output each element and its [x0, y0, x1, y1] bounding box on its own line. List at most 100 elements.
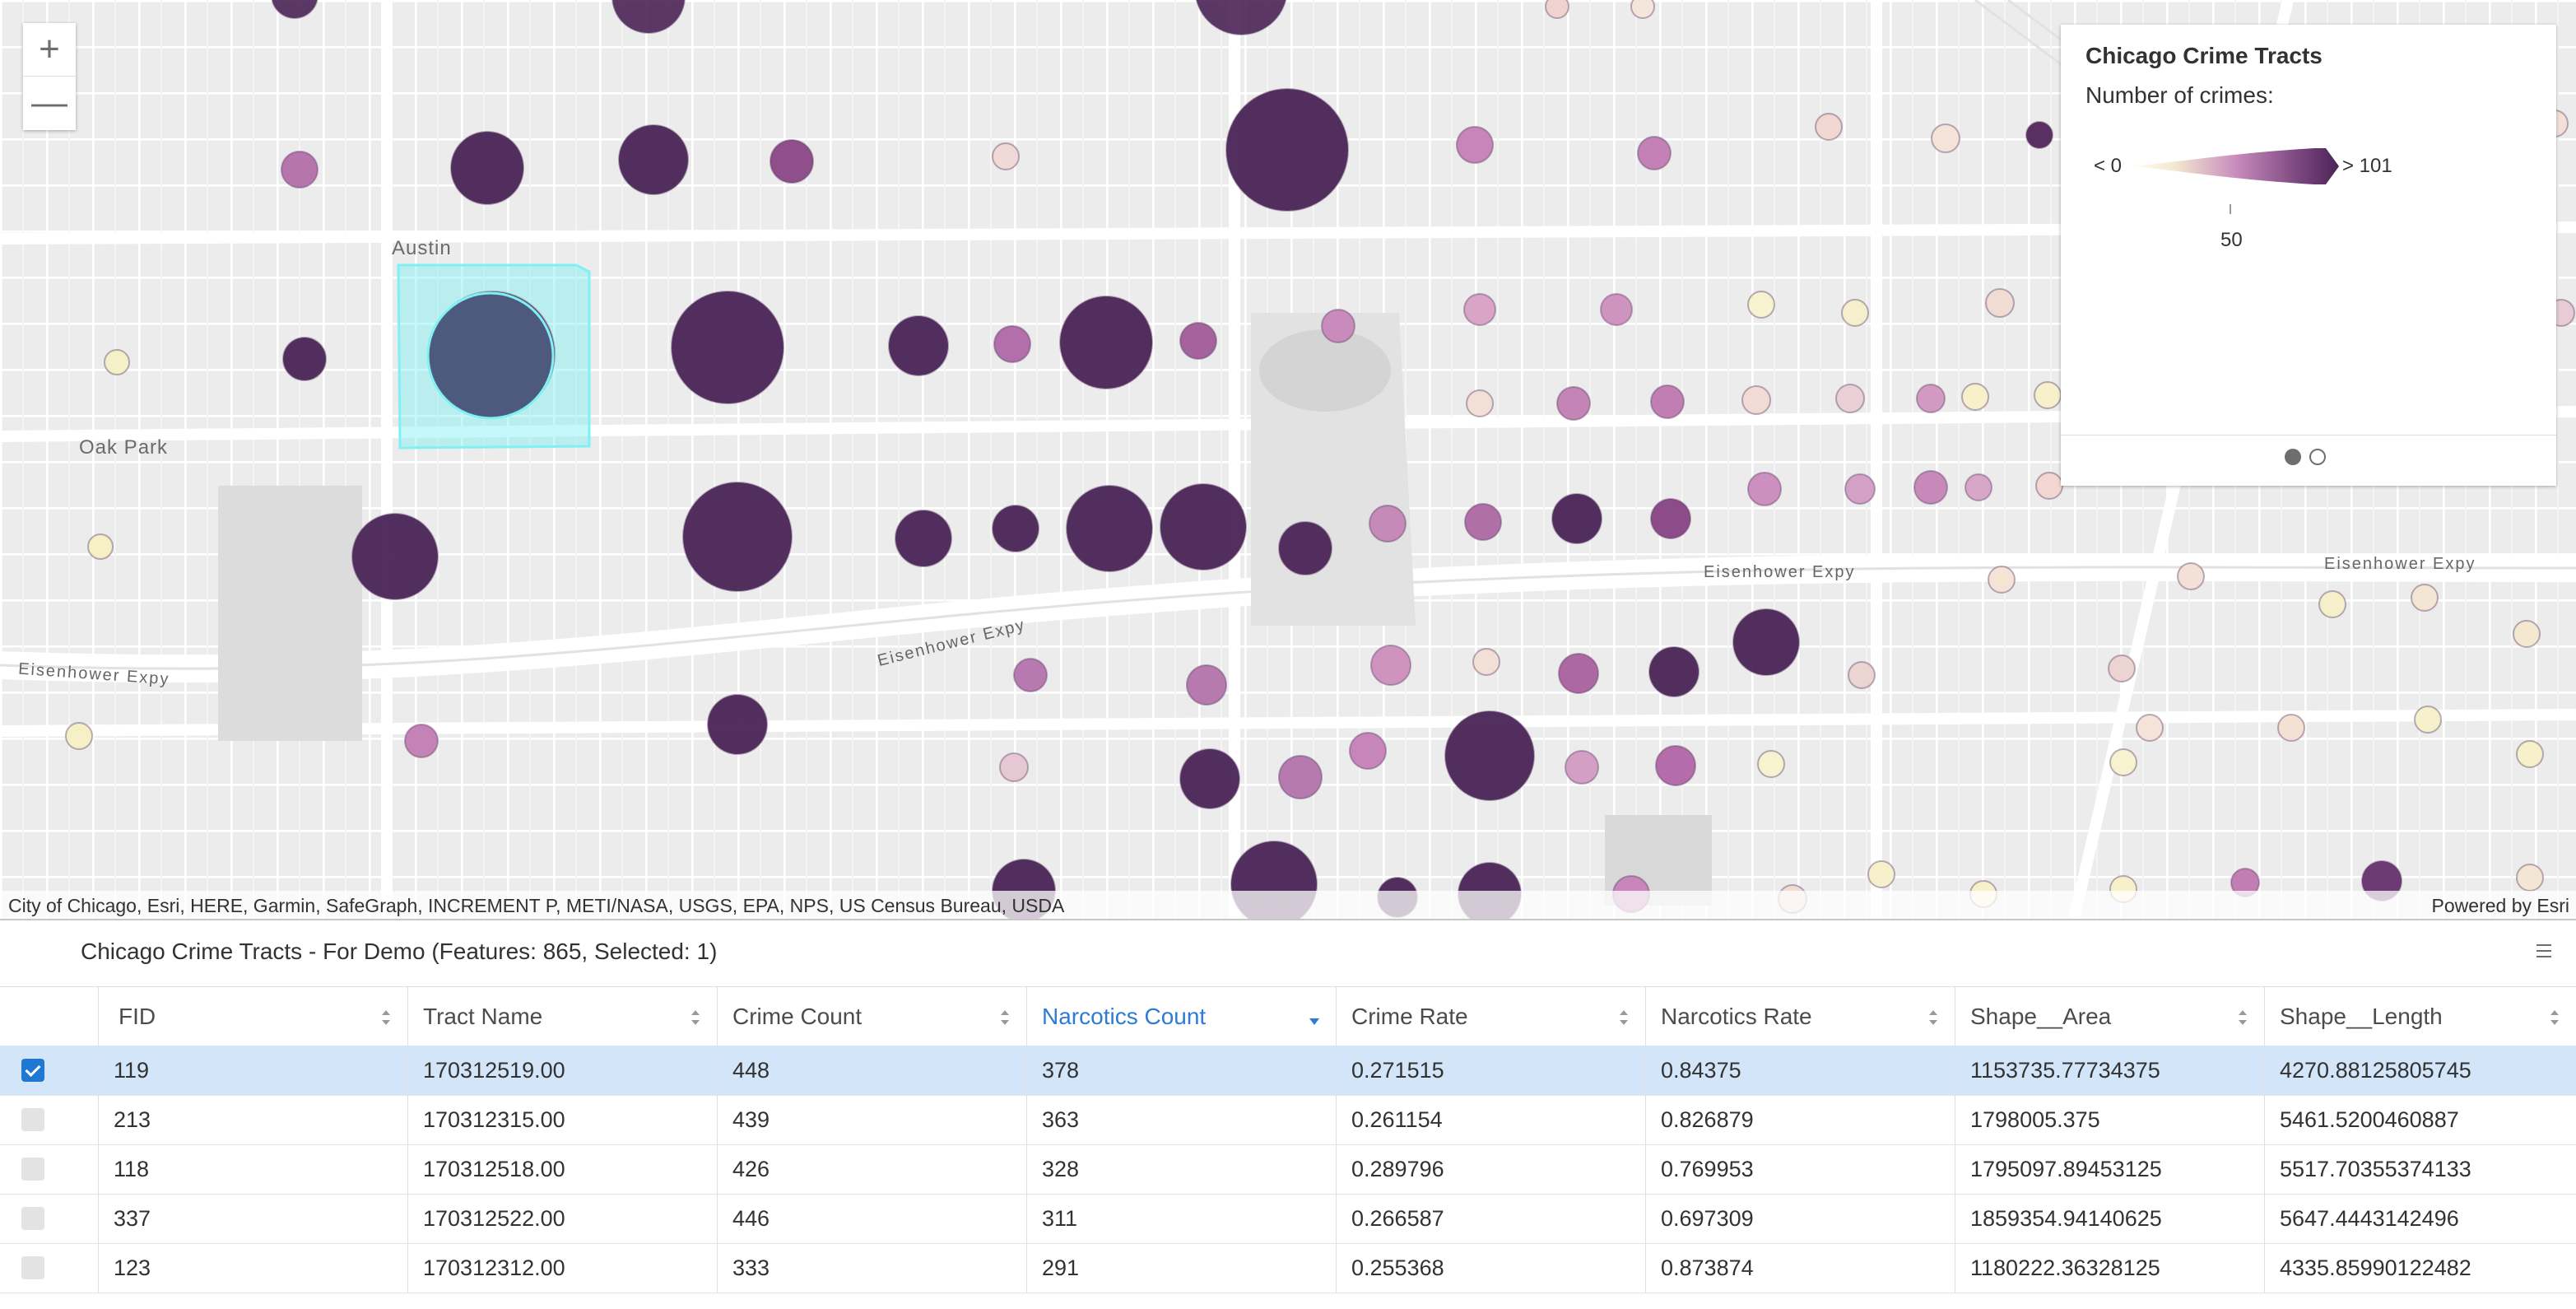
column-header-tract-name[interactable]: Tract Name: [408, 987, 718, 1046]
cell-fid[interactable]: 213: [99, 1095, 408, 1144]
sort-icon[interactable]: [2548, 1007, 2561, 1028]
cell-crime-count[interactable]: 426: [718, 1144, 1027, 1194]
color-ramp: [2133, 148, 2339, 184]
row-checkbox[interactable]: [21, 1158, 44, 1181]
sort-icon[interactable]: [1617, 1007, 1630, 1028]
row-checkbox[interactable]: [21, 1108, 44, 1131]
cell-narcotics-count[interactable]: 291: [1027, 1243, 1337, 1293]
cell-tract-name[interactable]: 170312519.00: [408, 1046, 718, 1095]
cell-fid[interactable]: 123: [99, 1243, 408, 1293]
cell-crime-count[interactable]: 446: [718, 1194, 1027, 1243]
cell-narcotics-rate[interactable]: 0.769953: [1646, 1144, 1955, 1194]
select-all-header[interactable]: [0, 987, 99, 1046]
cell-shape-length[interactable]: 5647.4443142496: [2265, 1194, 2576, 1243]
table-row[interactable]: 119 170312519.00 448 378 0.271515 0.84375 1153…: [0, 1046, 2576, 1096]
cell-crime-count[interactable]: 448: [718, 1046, 1027, 1095]
column-header-narcotics-rate[interactable]: Narcotics Rate: [1646, 987, 1955, 1046]
column-header-crime-rate[interactable]: Crime Rate: [1337, 987, 1646, 1046]
row-checkbox[interactable]: [21, 1207, 44, 1230]
cell-narcotics-count[interactable]: 378: [1027, 1046, 1337, 1095]
legend-min-label: < 0: [2094, 155, 2123, 177]
column-header-label: FID: [119, 1004, 156, 1029]
column-header-shape-area[interactable]: Shape__Area: [1955, 987, 2265, 1046]
cell-crime-rate[interactable]: 0.266587: [1337, 1194, 1646, 1243]
cell-shape-area[interactable]: 1180222.36328125: [1955, 1243, 2265, 1293]
cell-fid[interactable]: 119: [99, 1046, 408, 1095]
road-label: Eisenhower Expy: [1704, 563, 1856, 581]
cell-narcotics-rate[interactable]: 0.873874: [1646, 1243, 1955, 1293]
cell-fid[interactable]: 337: [99, 1194, 408, 1243]
cell-tract-name[interactable]: 170312315.00: [408, 1095, 718, 1144]
sort-icon[interactable]: [2236, 1007, 2249, 1028]
place-label-oak-park: Oak Park: [79, 436, 169, 459]
row-select-cell: [0, 1194, 99, 1243]
cell-narcotics-count[interactable]: 311: [1027, 1194, 1337, 1243]
row-select-cell: [0, 1095, 99, 1144]
road-label: Eisenhower Expy: [2324, 555, 2476, 573]
cell-crime-count[interactable]: 439: [718, 1095, 1027, 1144]
cell-shape-length[interactable]: 5517.70355374133: [2265, 1144, 2576, 1194]
row-select-cell: [0, 1243, 99, 1293]
table-row[interactable]: 123 170312312.00 333 291 0.255368 0.873874 118…: [0, 1243, 2576, 1293]
cell-shape-area[interactable]: 1795097.89453125: [1955, 1144, 2265, 1194]
cell-crime-rate[interactable]: 0.261154: [1337, 1095, 1646, 1144]
cell-tract-name[interactable]: 170312522.00: [408, 1194, 718, 1243]
legend-tick: [2230, 204, 2231, 214]
column-header-label: Tract Name: [423, 1004, 543, 1029]
menu-icon[interactable]: [2535, 942, 2553, 960]
cell-narcotics-rate[interactable]: 0.826879: [1646, 1095, 1955, 1144]
column-header-crime-count[interactable]: Crime Count: [718, 987, 1027, 1046]
table-row[interactable]: 337 170312522.00 446 311 0.266587 0.697309 185…: [0, 1194, 2576, 1244]
map-view[interactable]: + — Austin Oak Park Eisenhower Expy Eise…: [0, 0, 2576, 919]
row-checkbox[interactable]: [21, 1256, 44, 1279]
sort-icon[interactable]: [689, 1007, 702, 1028]
cell-crime-count[interactable]: 333: [718, 1243, 1027, 1293]
sort-icon[interactable]: [379, 1007, 393, 1028]
table-row[interactable]: 118 170312518.00 426 328 0.289796 0.769953 179…: [0, 1144, 2576, 1195]
sort-descending-icon[interactable]: [1308, 1012, 1321, 1033]
zoom-in-button[interactable]: +: [23, 23, 76, 76]
cell-shape-area[interactable]: 1153735.77734375: [1955, 1046, 2265, 1095]
row-checkbox[interactable]: [21, 1059, 44, 1082]
legend-panel: Chicago Crime Tracts Number of crimes: <…: [2061, 25, 2556, 486]
cell-crime-rate[interactable]: 0.271515: [1337, 1046, 1646, 1095]
legend-title: Chicago Crime Tracts: [2085, 43, 2323, 68]
column-header-label: Narcotics Count: [1042, 1004, 1207, 1029]
cell-shape-area[interactable]: 1859354.94140625: [1955, 1194, 2265, 1243]
row-select-cell: [0, 1046, 99, 1095]
table-row[interactable]: 213 170312315.00 439 363 0.261154 0.826879 179…: [0, 1095, 2576, 1145]
cell-shape-length[interactable]: 4270.88125805745: [2265, 1046, 2576, 1095]
legend-max-label: > 101: [2342, 155, 2392, 177]
sort-icon[interactable]: [998, 1007, 1011, 1028]
legend-subtitle: Number of crimes:: [2085, 82, 2274, 108]
cell-shape-length[interactable]: 4335.85990122482: [2265, 1243, 2576, 1293]
column-header-fid[interactable]: FID: [99, 987, 408, 1046]
table-header-row: FID Tract Name Crime Count Narcotics Cou…: [0, 986, 2576, 1047]
cell-narcotics-count[interactable]: 363: [1027, 1095, 1337, 1144]
column-header-label: Shape__Area: [1970, 1004, 2112, 1029]
attribution-text[interactable]: City of Chicago, Esri, HERE, Garmin, Saf…: [8, 895, 1064, 917]
powered-by-esri[interactable]: Powered by Esri: [2432, 895, 2569, 917]
row-select-cell: [0, 1144, 99, 1194]
cell-tract-name[interactable]: 170312312.00: [408, 1243, 718, 1293]
zoom-controls: + —: [23, 23, 76, 130]
cell-narcotics-rate[interactable]: 0.84375: [1646, 1046, 1955, 1095]
cell-crime-rate[interactable]: 0.255368: [1337, 1243, 1646, 1293]
cell-tract-name[interactable]: 170312518.00: [408, 1144, 718, 1194]
column-header-label: Shape__Length: [2280, 1004, 2443, 1029]
legend-page-2-dot[interactable]: [2309, 449, 2326, 465]
sort-icon[interactable]: [1927, 1007, 1940, 1028]
column-header-shape-length[interactable]: Shape__Length: [2265, 987, 2576, 1046]
place-label-austin: Austin: [392, 237, 452, 259]
feature-table: Chicago Crime Tracts - For Demo (Feature…: [0, 919, 2576, 1309]
column-header-label: Crime Rate: [1351, 1004, 1468, 1029]
zoom-out-button[interactable]: —: [23, 76, 76, 129]
cell-narcotics-rate[interactable]: 0.697309: [1646, 1194, 1955, 1243]
cell-shape-area[interactable]: 1798005.375: [1955, 1095, 2265, 1144]
cell-crime-rate[interactable]: 0.289796: [1337, 1144, 1646, 1194]
cell-narcotics-count[interactable]: 328: [1027, 1144, 1337, 1194]
column-header-narcotics-count[interactable]: Narcotics Count: [1027, 987, 1337, 1046]
legend-page-1-dot[interactable]: [2285, 449, 2301, 465]
cell-fid[interactable]: 118: [99, 1144, 408, 1194]
cell-shape-length[interactable]: 5461.5200460887: [2265, 1095, 2576, 1144]
